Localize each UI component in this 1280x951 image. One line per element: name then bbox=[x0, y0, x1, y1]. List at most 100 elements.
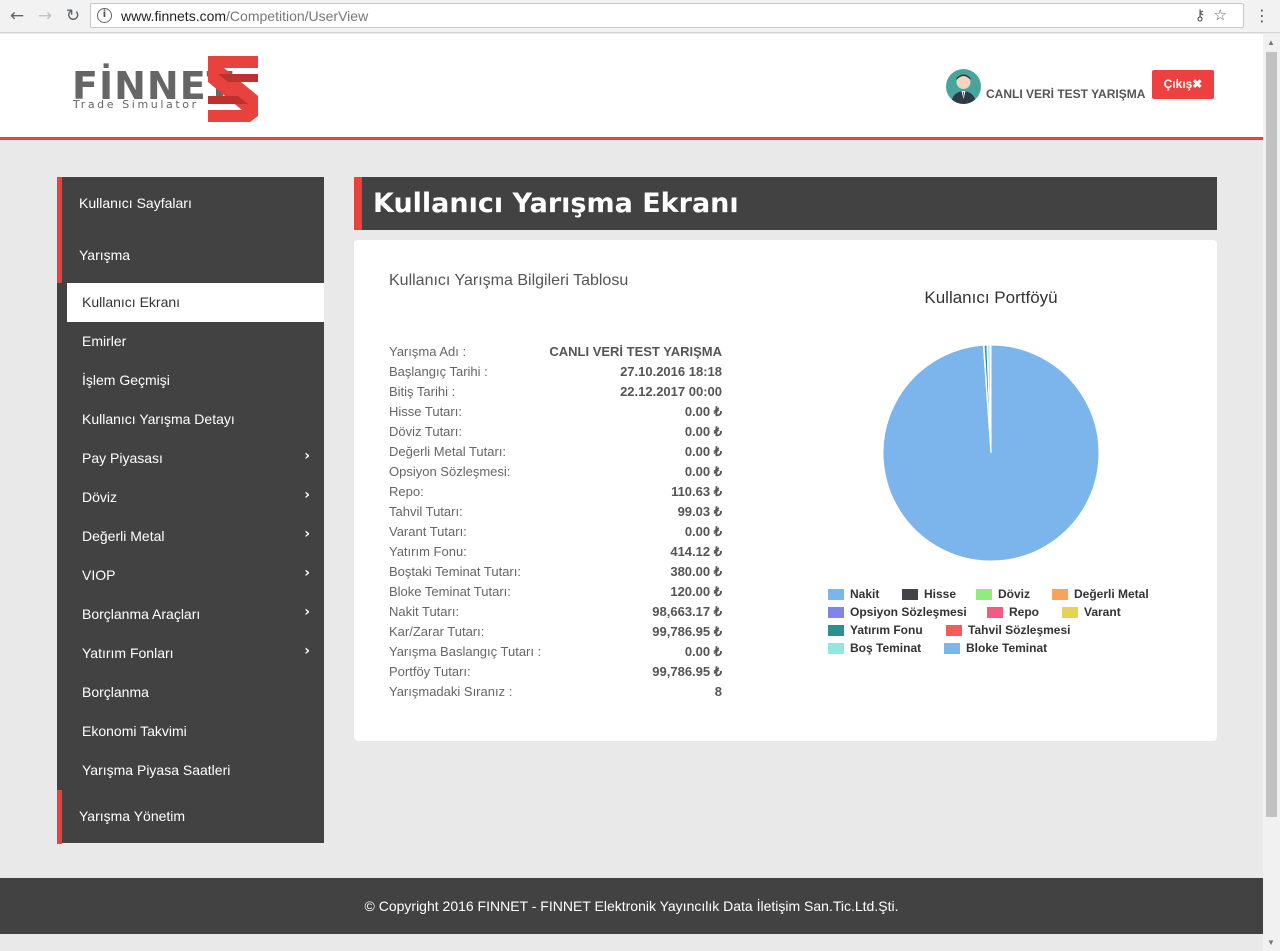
scrollbar-thumb[interactable] bbox=[1266, 52, 1277, 817]
sidebar-item-economic-calendar[interactable]: Ekonomi Takvimi bbox=[67, 712, 324, 751]
chart-legend: Nakit Hisse Döviz Değerli Metal Opsiyon Sözl… bbox=[828, 587, 1168, 659]
info-row-value: 414.12 ₺ bbox=[670, 544, 722, 559]
legend-label: Değerli Metal bbox=[1074, 587, 1149, 601]
page-title: Kullanıcı Yarışma Ekranı bbox=[373, 188, 739, 219]
sidebar-item-fx[interactable]: Döviz › bbox=[67, 478, 324, 517]
legend-label: Varant bbox=[1084, 605, 1121, 619]
sidebar-item-transaction-history[interactable]: İşlem Geçmişi bbox=[67, 361, 324, 400]
info-row: Varant Tutarı: 0.00 ₺ bbox=[389, 522, 722, 542]
info-row-label: Yarışma Baslangıç Tutarı : bbox=[389, 644, 542, 659]
sidebar-section-user-pages[interactable]: Kullanıcı Sayfaları bbox=[57, 177, 324, 231]
sidebar-section-competition[interactable]: Yarışma bbox=[57, 229, 324, 283]
info-row-label: Bloke Teminat Tutarı: bbox=[389, 584, 511, 599]
info-row-label: Yarışmadaki Sıranız : bbox=[389, 684, 513, 699]
reload-icon[interactable]: ↻ bbox=[62, 5, 84, 27]
sidebar-item-borrowing[interactable]: Borçlanma bbox=[67, 673, 324, 712]
user-avatar-icon[interactable] bbox=[946, 69, 981, 104]
info-row: Repo: 110.63 ₺ bbox=[389, 482, 722, 502]
sidebar-item-orders[interactable]: Emirler bbox=[67, 322, 324, 361]
logout-button[interactable]: Çıkış✖ bbox=[1152, 70, 1214, 99]
legend-label: Tahvil Sözleşmesi bbox=[968, 623, 1071, 637]
forward-icon[interactable]: → bbox=[34, 5, 56, 27]
sidebar-item-market-hours[interactable]: Yarışma Piyasa Saatleri bbox=[67, 751, 324, 790]
sidebar-item-viop[interactable]: VIOP › bbox=[67, 556, 324, 595]
sidebar-item-debt-instruments[interactable]: Borçlanma Araçları › bbox=[67, 595, 324, 634]
info-row: Değerli Metal Tutarı: 0.00 ₺ bbox=[389, 442, 722, 462]
finnet-logo[interactable]: FİNNET Trade Simulator bbox=[72, 54, 272, 124]
browser-toolbar: ← → ↻ i www.finnets.com/Competition/User… bbox=[0, 0, 1280, 33]
legend-label: Boş Teminat bbox=[850, 641, 922, 655]
info-row-value: 0.00 ₺ bbox=[684, 464, 722, 479]
sidebar-item-competition-detail[interactable]: Kullanıcı Yarışma Detayı bbox=[67, 400, 324, 439]
logo-s-mark-icon bbox=[208, 56, 258, 122]
info-row-value: 0.00 ₺ bbox=[684, 524, 722, 539]
address-bar[interactable]: i www.finnets.com/Competition/UserView ⚷… bbox=[90, 3, 1244, 28]
chevron-right-icon: › bbox=[304, 643, 310, 659]
chevron-right-icon: › bbox=[304, 487, 310, 503]
legend-row: Boş Teminat Bloke Teminat bbox=[828, 641, 1168, 659]
info-row-value: 110.63 ₺ bbox=[671, 484, 722, 499]
info-row-value: 99,786.95 ₺ bbox=[652, 624, 722, 639]
info-row: Başlangıç Tarihi : 27.10.2016 18:18 bbox=[389, 362, 722, 382]
page-title-bar: Kullanıcı Yarışma Ekranı bbox=[354, 177, 1217, 230]
info-row-label: Boştaki Teminat Tutarı: bbox=[389, 564, 521, 579]
info-row-label: Hisse Tutarı: bbox=[389, 404, 462, 419]
info-row-label: Bitiş Tarihi : bbox=[389, 384, 456, 399]
legend-swatch bbox=[902, 589, 918, 600]
info-row: Yarışma Baslangıç Tutarı : 0.00 ₺ bbox=[389, 642, 722, 662]
sidebar: Kullanıcı Sayfaları Yarışma Kullanıcı Ek… bbox=[57, 177, 324, 844]
sidebar-item-precious-metal[interactable]: Değerli Metal › bbox=[67, 517, 324, 556]
info-row-value: 99,786.95 ₺ bbox=[652, 664, 722, 679]
legend-row: Nakit Hisse Döviz Değerli Metal bbox=[828, 587, 1168, 605]
legend-swatch bbox=[976, 589, 992, 600]
site-header: FİNNET Trade Simulator CANLI VERİ TEST Y… bbox=[0, 34, 1263, 140]
info-row: Bitiş Tarihi : 22.12.2017 00:00 bbox=[389, 382, 722, 402]
page-scrollbar[interactable]: ▲ ▼ bbox=[1263, 34, 1280, 951]
scroll-down-icon[interactable]: ▼ bbox=[1267, 938, 1275, 947]
legend-label: Hisse bbox=[924, 587, 957, 601]
legend-row: Yatırım Fonu Tahvil Sözleşmesi bbox=[828, 623, 1168, 641]
info-row: Yarışmadaki Sıranız : 8 bbox=[389, 682, 722, 702]
sidebar-item-investment-funds[interactable]: Yatırım Fonları › bbox=[67, 634, 324, 673]
info-row-value: 120.00 ₺ bbox=[670, 584, 722, 599]
info-row-value: 8 bbox=[714, 684, 722, 699]
legend-label: Bloke Teminat bbox=[966, 641, 1048, 655]
legend-swatch bbox=[944, 643, 960, 654]
scroll-up-icon[interactable]: ▲ bbox=[1267, 38, 1275, 47]
sidebar-item-equity-market[interactable]: Pay Piyasası › bbox=[67, 439, 324, 478]
info-row-value: 0.00 ₺ bbox=[684, 644, 722, 659]
info-row-label: Döviz Tutarı: bbox=[389, 424, 462, 439]
key-icon[interactable]: ⚷ bbox=[1195, 6, 1214, 24]
chevron-right-icon: › bbox=[304, 565, 310, 581]
back-icon[interactable]: ← bbox=[6, 5, 28, 27]
competition-info-table: Yarışma Adı : CANLI VERİ TEST YARIŞMA Başl… bbox=[389, 342, 722, 702]
info-row-value: 380.00 ₺ bbox=[670, 564, 722, 579]
bookmark-star-icon[interactable]: ☆ bbox=[1214, 6, 1235, 24]
info-row-value: 0.00 ₺ bbox=[684, 404, 722, 419]
legend-row: Opsiyon Sözleşmesi Repo Varant bbox=[828, 605, 1168, 623]
chart-title: Kullanıcı Portföyü bbox=[924, 288, 1058, 307]
sidebar-section-competition-management[interactable]: Yarışma Yönetim bbox=[57, 790, 324, 844]
info-row-value: 0.00 ₺ bbox=[684, 444, 722, 459]
info-row: Opsiyon Sözleşmesi: 0.00 ₺ bbox=[389, 462, 722, 482]
info-row-label: Repo: bbox=[389, 484, 424, 499]
info-icon[interactable]: i bbox=[97, 8, 112, 23]
info-row-label: Opsiyon Sözleşmesi: bbox=[389, 464, 511, 479]
legend-label: Nakit bbox=[850, 587, 880, 601]
legend-swatch bbox=[1062, 607, 1078, 618]
info-row-label: Yarışma Adı : bbox=[389, 344, 467, 359]
info-row: Döviz Tutarı: 0.00 ₺ bbox=[389, 422, 722, 442]
info-row-value: 27.10.2016 18:18 bbox=[620, 364, 722, 379]
legend-swatch bbox=[828, 607, 844, 618]
url-text[interactable]: www.finnets.com/Competition/UserView bbox=[121, 8, 368, 24]
browser-menu-icon[interactable]: ⋮ bbox=[1254, 6, 1270, 25]
legend-label: Döviz bbox=[998, 587, 1031, 601]
table-title: Kullanıcı Yarışma Bilgileri Tablosu bbox=[389, 272, 629, 289]
legend-swatch bbox=[946, 625, 962, 636]
sidebar-item-user-screen[interactable]: Kullanıcı Ekranı bbox=[67, 283, 324, 322]
info-row: Hisse Tutarı: 0.00 ₺ bbox=[389, 402, 722, 422]
info-row: Kar/Zarar Tutarı: 99,786.95 ₺ bbox=[389, 622, 722, 642]
info-row: Yatırım Fonu: 414.12 ₺ bbox=[389, 542, 722, 562]
info-row-value: 0.00 ₺ bbox=[684, 424, 722, 439]
info-row-value: 99.03 ₺ bbox=[677, 504, 722, 519]
